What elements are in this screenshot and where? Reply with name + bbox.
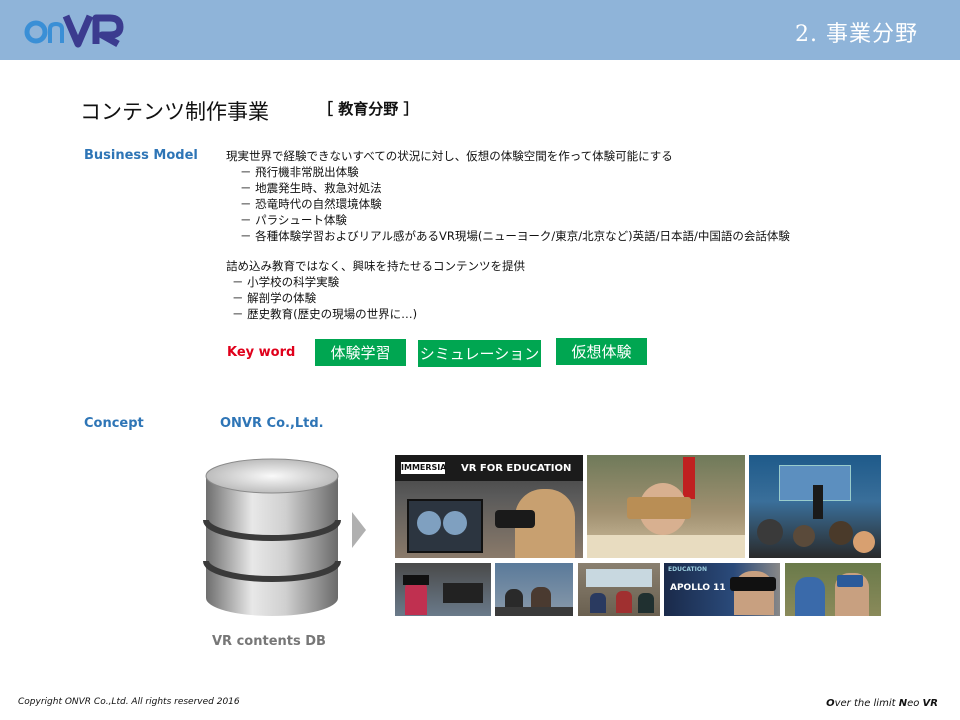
photo-lecture-room — [749, 455, 881, 558]
db-label: VR contents DB — [212, 634, 326, 649]
keyword-tag-experiential-learning: 体験学習 — [315, 339, 406, 366]
bm-item-2: － 小学校の科学実験 — [232, 275, 340, 289]
apollo-text: APOLLO 11 — [670, 583, 726, 593]
photo-apollo-11: EDUCATION APOLLO 11 — [664, 563, 780, 616]
bm-item: － 各種体験学習およびリアル感があるVR現場(ニューヨーク/東京/北京など)英語… — [240, 229, 790, 243]
onvr-logo-mark — [24, 14, 124, 48]
bm-item: － 恐竜時代の自然環境体験 — [240, 197, 382, 211]
keyword-label: Key word — [227, 345, 296, 360]
bm-item: － 飛行機非常脱出体験 — [240, 165, 359, 179]
bm-item: － 地震発生時、救急対処法 — [240, 181, 382, 195]
concept-label: Concept — [84, 416, 144, 431]
business-model-text: 現実世界で経験できないすべての状況に対し、仮想の体験空間を作って体験可能にする … — [226, 148, 926, 322]
keyword-tag-virtual-experience: 仮想体験 — [556, 338, 647, 365]
header-bar: 2. 事業分野 — [0, 0, 960, 60]
keyword-tag-simulation: シミュレーション — [418, 340, 541, 367]
bm-intro: 現実世界で経験できないすべての状況に対し、仮想の体験空間を作って体験可能にする — [226, 149, 673, 163]
section-title: 2. 事業分野 — [795, 22, 918, 47]
arrow-right-icon — [352, 512, 366, 548]
photo-students-headsets — [395, 563, 491, 616]
photo-outdoor-vr — [785, 563, 881, 616]
education-text: EDUCATION — [668, 566, 707, 573]
photo-computer-lab — [495, 563, 573, 616]
page-subtitle: ［ 教育分野 ］ — [318, 100, 419, 118]
bm-item-2: － 解剖学の体験 — [232, 291, 317, 305]
photo-classroom-desks — [578, 563, 660, 616]
bm-item-2: － 歴史教育(歴史の現場の世界に…) — [232, 307, 418, 321]
business-model-label: Business Model — [84, 148, 198, 163]
concept-company: ONVR Co.,Ltd. — [220, 416, 324, 431]
photo-vr-for-education: IMMERSIA VR FOR EDUCATION — [395, 455, 583, 558]
page-title: コンテンツ制作事業 — [80, 100, 269, 124]
database-icon — [203, 458, 341, 616]
banner-title: VR FOR EDUCATION — [461, 463, 572, 474]
copyright-text: Copyright ONVR Co.,Ltd. All rights reser… — [18, 697, 240, 707]
bm-item: － パラシュート体験 — [240, 213, 347, 227]
photo-cardboard-vr-classroom — [587, 455, 745, 558]
bm-intro-2: 詰め込み教育ではなく、興味を持たせるコンテンツを提供 — [226, 259, 525, 273]
banner-brand: IMMERSIA — [401, 462, 447, 474]
onvr-logo[interactable] — [22, 10, 134, 50]
tagline: Over the limit Neo VR — [826, 698, 938, 709]
